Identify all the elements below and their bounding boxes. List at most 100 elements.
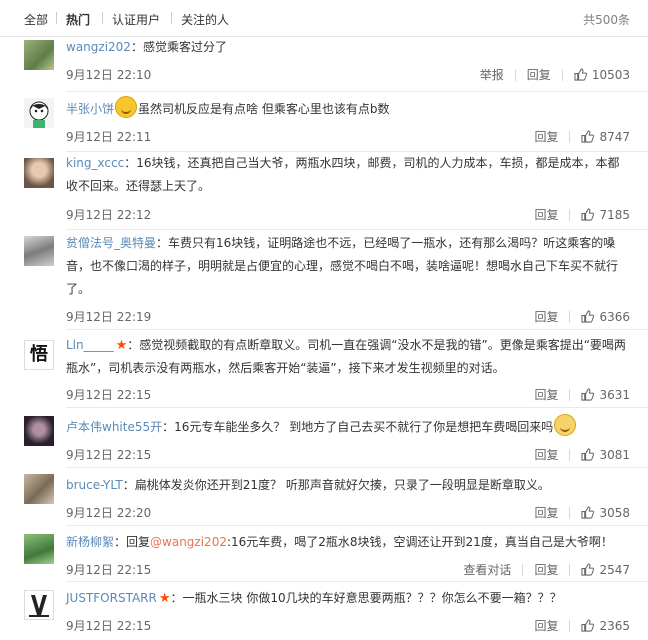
comment-text: ：扁桃体发炎你还开到21度？ 听那声音就好欠揍，只录了一段明显是断章取义。 xyxy=(122,478,550,492)
filter-tabs: 全部 热门 认证用户 关注的人 共500条 xyxy=(0,0,648,37)
like-button[interactable]: 7185 xyxy=(581,208,630,222)
tab-following[interactable]: 关注的人 xyxy=(181,11,229,28)
thumbs-up-icon xyxy=(574,68,587,81)
like-count: 6366 xyxy=(599,309,630,324)
avatar[interactable] xyxy=(24,158,54,188)
like-button[interactable]: 2547 xyxy=(581,563,630,577)
comment-text: ：16元专车能坐多久？ 到地方了自己去买不就行了你是想把车费喝回来吗 xyxy=(162,420,554,434)
comment-content: 新杨柳絮：回复@wangzi202:16元车费，喝了2瓶水8块钱，空调还让开到2… xyxy=(66,531,630,554)
reply-button[interactable]: 回复 xyxy=(534,504,558,521)
reply-button[interactable]: 回复 xyxy=(534,446,558,463)
comment-item: 卢本伟white55开：16元专车能坐多久？ 到地方了自己去买不就行了你是想把车… xyxy=(0,408,648,468)
reply-button[interactable]: 回复 xyxy=(534,617,558,634)
avatar[interactable] xyxy=(24,534,54,564)
thumbs-up-icon xyxy=(581,563,595,576)
tab-hot[interactable]: 热门 xyxy=(66,11,90,28)
tab-all[interactable]: 全部 xyxy=(24,11,48,28)
like-button[interactable]: 6366 xyxy=(581,310,630,324)
username[interactable]: JUSTFORSTARR xyxy=(66,591,157,605)
thumbs-up-icon xyxy=(581,619,595,632)
avatar[interactable] xyxy=(24,416,54,446)
reply-button[interactable]: 回复 xyxy=(534,128,558,145)
avatar[interactable] xyxy=(24,474,54,504)
comment-content: Lln_____ ★：感觉视频截取的有点断章取义。司机一直在强调“没水不是我的错”… xyxy=(66,334,630,380)
comment-actions: 举报 回复 10503 xyxy=(480,66,630,83)
view-dialog-button[interactable]: 查看对话 xyxy=(463,561,511,578)
avatar[interactable]: 悟 xyxy=(24,340,54,370)
like-button[interactable]: 8747 xyxy=(581,130,630,144)
avatar[interactable] xyxy=(24,98,54,128)
username[interactable]: Lln_____ xyxy=(66,338,114,352)
comment-text: :16元车费，喝了2瓶水8块钱，空调还让开到21度，真当自己是大爷啊！ xyxy=(226,535,613,549)
comment-actions: 查看对话 回复 2547 xyxy=(463,561,630,578)
comment-total: 共500条 xyxy=(583,13,630,27)
username[interactable]: 贫僧法号_奥特曼 xyxy=(66,236,156,250)
comment-time: 9月12日 22:15 xyxy=(66,563,152,577)
comment-text: ：感觉视频截取的有点断章取义。司机一直在强调“没水不是我的错”。更像是乘客提出“… xyxy=(66,338,626,375)
comment-time: 9月12日 22:20 xyxy=(66,506,152,520)
report-button[interactable]: 举报 xyxy=(480,66,504,83)
comment-time: 9月12日 22:11 xyxy=(66,130,152,144)
like-button[interactable]: 3081 xyxy=(581,448,630,462)
username[interactable]: king_xccc xyxy=(66,156,124,170)
like-count: 10503 xyxy=(591,67,630,82)
avatar[interactable] xyxy=(24,590,54,620)
comment-actions: 回复 6366 xyxy=(534,308,630,325)
comment-actions: 回复 2365 xyxy=(534,617,630,634)
tab-separator xyxy=(102,12,103,24)
tab-verified[interactable]: 认证用户 xyxy=(112,11,160,28)
comment-actions: 回复 3631 xyxy=(534,386,630,403)
comment-time: 9月12日 22:19 xyxy=(66,310,152,324)
reply-button[interactable]: 回复 xyxy=(534,561,558,578)
reply-button[interactable]: 回复 xyxy=(527,66,551,83)
comment-actions: 回复 8747 xyxy=(534,128,630,145)
username[interactable]: bruce-YLT xyxy=(66,478,123,492)
username[interactable]: wangzi202 xyxy=(66,40,131,54)
thumbs-up-icon xyxy=(581,506,595,519)
thumbs-up-icon xyxy=(581,448,595,461)
comment-time: 9月12日 22:15 xyxy=(66,448,152,462)
comment-item: wangzi202：感觉乘客过分了 9月12日 22:10 举报 回复 1050… xyxy=(0,36,648,92)
mention-link[interactable]: @wangzi202 xyxy=(150,535,227,549)
comment-actions: 回复 3081 xyxy=(534,446,630,463)
comment-content: bruce-YLT：扁桃体发炎你还开到21度？ 听那声音就好欠揍，只录了一段明显… xyxy=(66,474,630,497)
reply-button[interactable]: 回复 xyxy=(534,308,558,325)
like-count: 8747 xyxy=(599,129,630,144)
comment-content: wangzi202：感觉乘客过分了 xyxy=(66,36,630,59)
cat-emoji-icon xyxy=(554,414,577,436)
username[interactable]: 半张小饼 xyxy=(66,102,114,116)
thumbs-up-icon xyxy=(581,208,595,221)
like-button[interactable]: 3631 xyxy=(581,388,630,402)
like-count: 3631 xyxy=(599,387,630,402)
comment-content: 贫僧法号_奥特曼：车费只有16块钱，证明路途也不远，已经喝了一瓶水，还有那么渴吗… xyxy=(66,232,630,301)
comment-item: 新杨柳絮：回复@wangzi202:16元车费，喝了2瓶水8块钱，空调还让开到2… xyxy=(0,526,648,582)
like-count: 7185 xyxy=(599,207,630,222)
like-button[interactable]: 3058 xyxy=(581,506,630,520)
comment-item: 悟 Lln_____ ★：感觉视频截取的有点断章取义。司机一直在强调“没水不是我的… xyxy=(0,330,648,408)
username[interactable]: 新杨柳絮 xyxy=(66,535,114,549)
comment-content: JUSTFORSTARR ★：一瓶水三块 你做10几块的车好意思要两瓶？？？你怎么… xyxy=(66,587,630,610)
comment-item: king_xccc：16块钱，还真把自己当大爷，两瓶水四块，邮费，司机的人力成本… xyxy=(0,152,648,230)
comment-time: 9月12日 22:12 xyxy=(66,208,152,222)
username[interactable]: 卢本伟white55开 xyxy=(66,420,162,434)
avatar[interactable] xyxy=(24,40,54,70)
reply-button[interactable]: 回复 xyxy=(534,206,558,223)
thumbs-up-icon xyxy=(581,310,595,323)
comment-text: ：感觉乘客过分了 xyxy=(130,40,227,54)
comment-content: king_xccc：16块钱，还真把自己当大爷，两瓶水四块，邮费，司机的人力成本… xyxy=(66,152,630,198)
comment-content: 卢本伟white55开：16元专车能坐多久？ 到地方了自己去买不就行了你是想把车… xyxy=(66,414,630,439)
comment-item: 半张小饼 虽然司机反应是有点啥 但乘客心里也该有点b数 9月12日 22:11 回… xyxy=(0,92,648,152)
avatar[interactable] xyxy=(24,236,54,266)
comment-text: ：回复 xyxy=(114,535,151,549)
comment-time: 9月12日 22:10 xyxy=(66,68,152,82)
like-button[interactable]: 2365 xyxy=(581,619,630,633)
like-button[interactable]: 10503 xyxy=(574,68,630,82)
like-count: 3081 xyxy=(599,447,630,462)
comment-item: 贫僧法号_奥特曼：车费只有16块钱，证明路途也不远，已经喝了一瓶水，还有那么渴吗… xyxy=(0,230,648,330)
comment-item: bruce-YLT：扁桃体发炎你还开到21度？ 听那声音就好欠揍，只录了一段明显… xyxy=(0,468,648,526)
reply-button[interactable]: 回复 xyxy=(534,386,558,403)
comment-time: 9月12日 22:15 xyxy=(66,388,152,402)
comment-actions: 回复 3058 xyxy=(534,504,630,521)
like-count: 2365 xyxy=(599,618,630,633)
comment-actions: 回复 7185 xyxy=(534,206,630,223)
